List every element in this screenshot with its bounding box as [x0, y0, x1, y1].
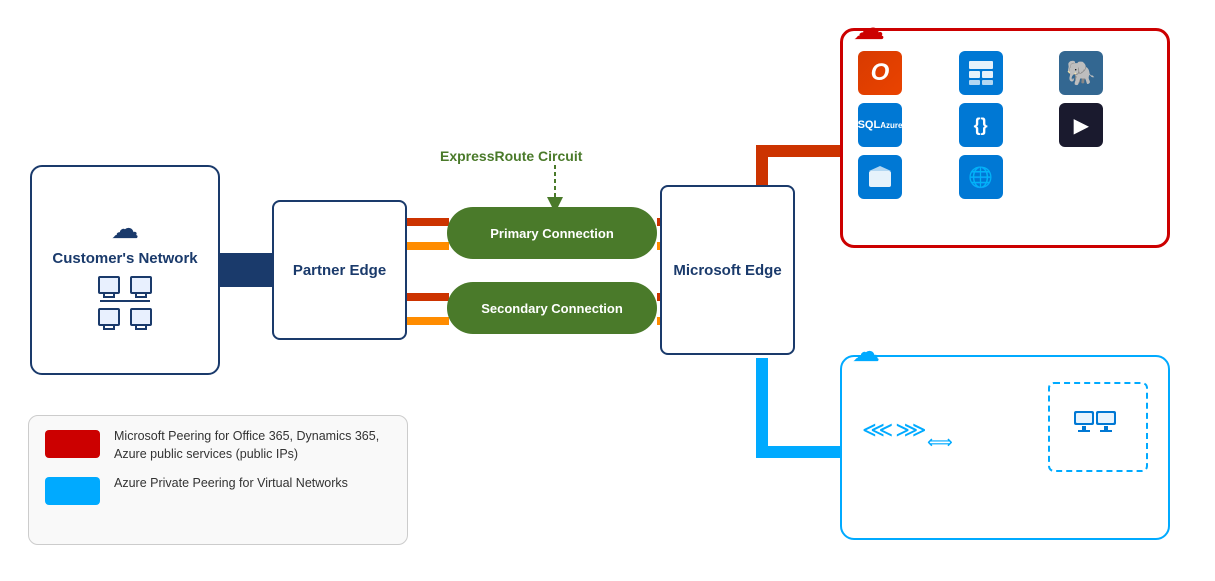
hdinsight-icon: 🐘 — [1059, 51, 1103, 95]
microsoft-edge-label: Microsoft Edge — [673, 262, 781, 279]
office-icon: O — [858, 51, 902, 95]
legend-box: Microsoft Peering for Office 365, Dynami… — [28, 415, 408, 545]
azure-private-cloud-icon: ☁ — [852, 335, 880, 368]
azure-private-box: ☁ ⋘⋙ ⟺ — [840, 355, 1170, 540]
legend-text-2: Azure Private Peering for Virtual Networ… — [114, 475, 348, 493]
wire-secondary-bottom — [407, 317, 449, 325]
cloud-icon: ☁ — [111, 212, 139, 245]
device-row-bottom — [96, 306, 154, 328]
diagram-container: ☁ Customer's Network Partner Edge Expres… — [0, 0, 1215, 581]
service-icons-grid: O 🐘 SQLAzure {} ▶ 🌐 — [853, 41, 1157, 209]
secondary-connection-label: Secondary Connection — [481, 301, 623, 316]
monitor-icon-1 — [98, 276, 120, 294]
monitor-icon-3 — [98, 308, 120, 326]
vm-icon — [1071, 400, 1126, 455]
vm-dashed-box — [1048, 382, 1148, 472]
device-row-top — [96, 274, 154, 296]
legend-color-blue — [45, 477, 100, 505]
blue-wire-left — [220, 253, 272, 287]
legend-color-red — [45, 430, 100, 458]
wire-secondary-top — [407, 293, 449, 301]
table-storage-icon — [959, 51, 1003, 95]
blue-arrow-horizontal — [757, 446, 845, 458]
monitor-icon-2 — [130, 276, 152, 294]
legend-item-1: Microsoft Peering for Office 365, Dynami… — [45, 428, 391, 463]
wire-primary-bottom — [407, 242, 449, 250]
code-icon: {} — [959, 103, 1003, 147]
dots-icon: ⋘⋙ — [862, 417, 929, 443]
network-line — [100, 300, 150, 302]
expressroute-circuit-label: ExpressRoute Circuit — [440, 148, 582, 164]
partner-edge-box: Partner Edge — [272, 200, 407, 340]
legend-item-2: Azure Private Peering for Virtual Networ… — [45, 475, 391, 505]
wire-primary-top — [407, 218, 449, 226]
partner-edge-label: Partner Edge — [293, 262, 386, 279]
microsoft-edge-box: Microsoft Edge — [660, 185, 795, 355]
customers-network-box: ☁ Customer's Network — [30, 165, 220, 375]
media-services-icon: ▶ — [1059, 103, 1103, 147]
globe-icon: 🌐 — [959, 155, 1003, 199]
customers-network-label: Customer's Network — [52, 249, 197, 269]
ms-services-box: ☁ O 🐘 SQLAzure {} ▶ 🌐 — [840, 28, 1170, 248]
primary-connection-pill: Primary Connection — [447, 207, 657, 259]
monitor-icon-4 — [130, 308, 152, 326]
legend-text-1: Microsoft Peering for Office 365, Dynami… — [114, 428, 391, 463]
secondary-connection-pill: Secondary Connection — [447, 282, 657, 334]
red-arrow-horizontal — [757, 145, 845, 157]
primary-connection-label: Primary Connection — [490, 226, 614, 241]
blue-arrow-vertical — [756, 358, 768, 458]
expand-arrows-icon: ⟺ — [927, 432, 953, 453]
network-devices — [96, 274, 154, 328]
storage-icon — [858, 155, 902, 199]
ms-services-cloud-icon: ☁ — [853, 9, 885, 47]
sql-icon: SQLAzure — [858, 103, 902, 147]
